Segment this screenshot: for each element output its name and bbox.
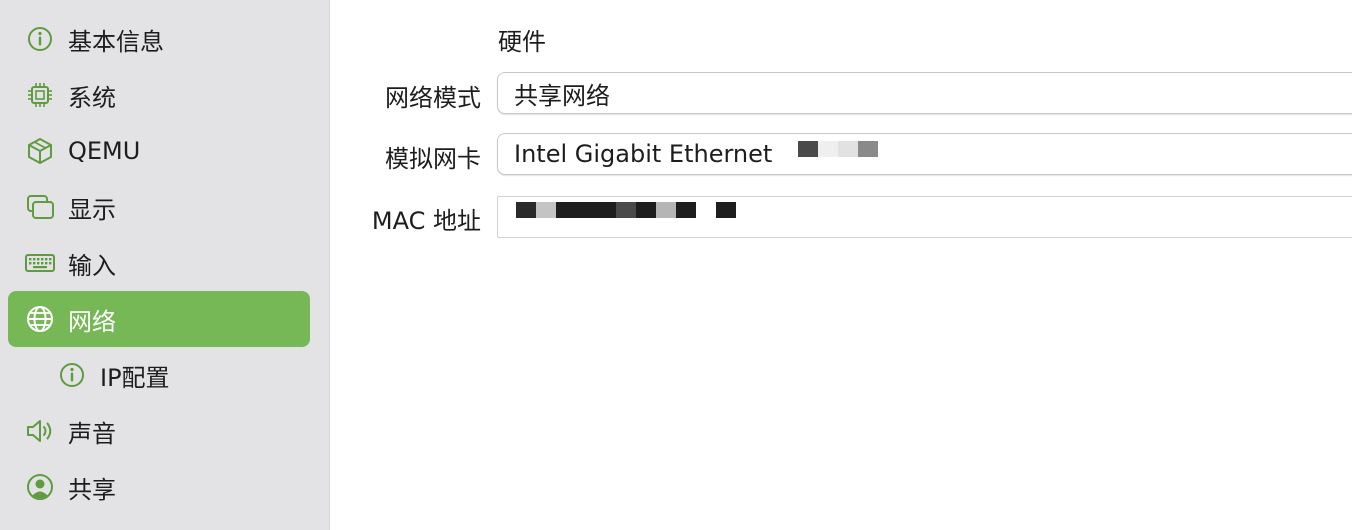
- sidebar-item-ip-config[interactable]: IP配置: [8, 347, 310, 403]
- sidebar-item-label: 显示: [68, 195, 116, 224]
- sidebar-item-basic-info[interactable]: 基本信息: [8, 11, 310, 67]
- sidebar-item-system[interactable]: 系统: [8, 67, 310, 123]
- globe-icon: [22, 301, 58, 337]
- sidebar-item-sharing[interactable]: 共享: [8, 459, 310, 515]
- sidebar-item-sound[interactable]: 声音: [8, 403, 310, 459]
- redaction-block: [858, 141, 878, 157]
- mac-address-field[interactable]: [497, 196, 1352, 238]
- redaction-block: [798, 141, 818, 157]
- redaction-block: [536, 202, 556, 218]
- sidebar-item-label: IP配置: [100, 363, 170, 392]
- settings-panel: 硬件 网络模式 共享网络 模拟网卡 Intel Gigabit Ethernet…: [331, 0, 1352, 530]
- network-mode-select[interactable]: 共享网络: [497, 72, 1352, 114]
- keyboard-icon: [22, 245, 58, 281]
- sidebar-item-display[interactable]: 显示: [8, 179, 310, 235]
- sidebar-item-input[interactable]: 输入: [8, 235, 310, 291]
- sidebar-item-label: QEMU: [68, 137, 141, 165]
- person-circle-icon: [22, 469, 58, 505]
- cube-icon: [22, 133, 58, 169]
- emulated-nic-label: 模拟网卡: [385, 145, 481, 173]
- sidebar-item-label: 声音: [68, 419, 116, 448]
- redaction-block: [656, 202, 676, 218]
- display-windows-icon: [22, 189, 58, 225]
- redaction-block: [636, 202, 656, 218]
- cpu-chip-icon: [22, 77, 58, 113]
- emulated-nic-select[interactable]: Intel Gigabit Ethernet: [497, 133, 1352, 175]
- section-title-hardware: 硬件: [498, 28, 546, 56]
- sidebar-item-label: 输入: [68, 251, 116, 280]
- redaction-block: [838, 141, 858, 157]
- redaction-block: [716, 202, 736, 218]
- mac-address-label: MAC 地址: [371, 207, 481, 235]
- redaction-block: [676, 202, 696, 218]
- sidebar-item-label: 网络: [68, 307, 116, 336]
- speaker-icon: [22, 413, 58, 449]
- sidebar-item-label: 基本信息: [68, 27, 164, 56]
- emulated-nic-value: Intel Gigabit Ethernet: [514, 140, 773, 168]
- sidebar-item-network[interactable]: 网络: [8, 291, 310, 347]
- redaction-block: [556, 202, 616, 218]
- sidebar-item-label: 共享: [68, 475, 116, 504]
- sidebar-item-qemu[interactable]: QEMU: [8, 123, 310, 179]
- redaction-block: [516, 202, 536, 218]
- info-circle-icon: [22, 21, 58, 57]
- redaction-block: [616, 202, 636, 218]
- sidebar-item-label: 系统: [68, 83, 116, 112]
- redaction-block: [818, 141, 838, 157]
- network-mode-value: 共享网络: [514, 81, 610, 110]
- info-circle-icon: [54, 357, 90, 393]
- network-mode-label: 网络模式: [385, 84, 481, 112]
- sidebar: 基本信息 系统 QEMU 显示 输入 网络 IP配置 声音 共享: [0, 0, 330, 530]
